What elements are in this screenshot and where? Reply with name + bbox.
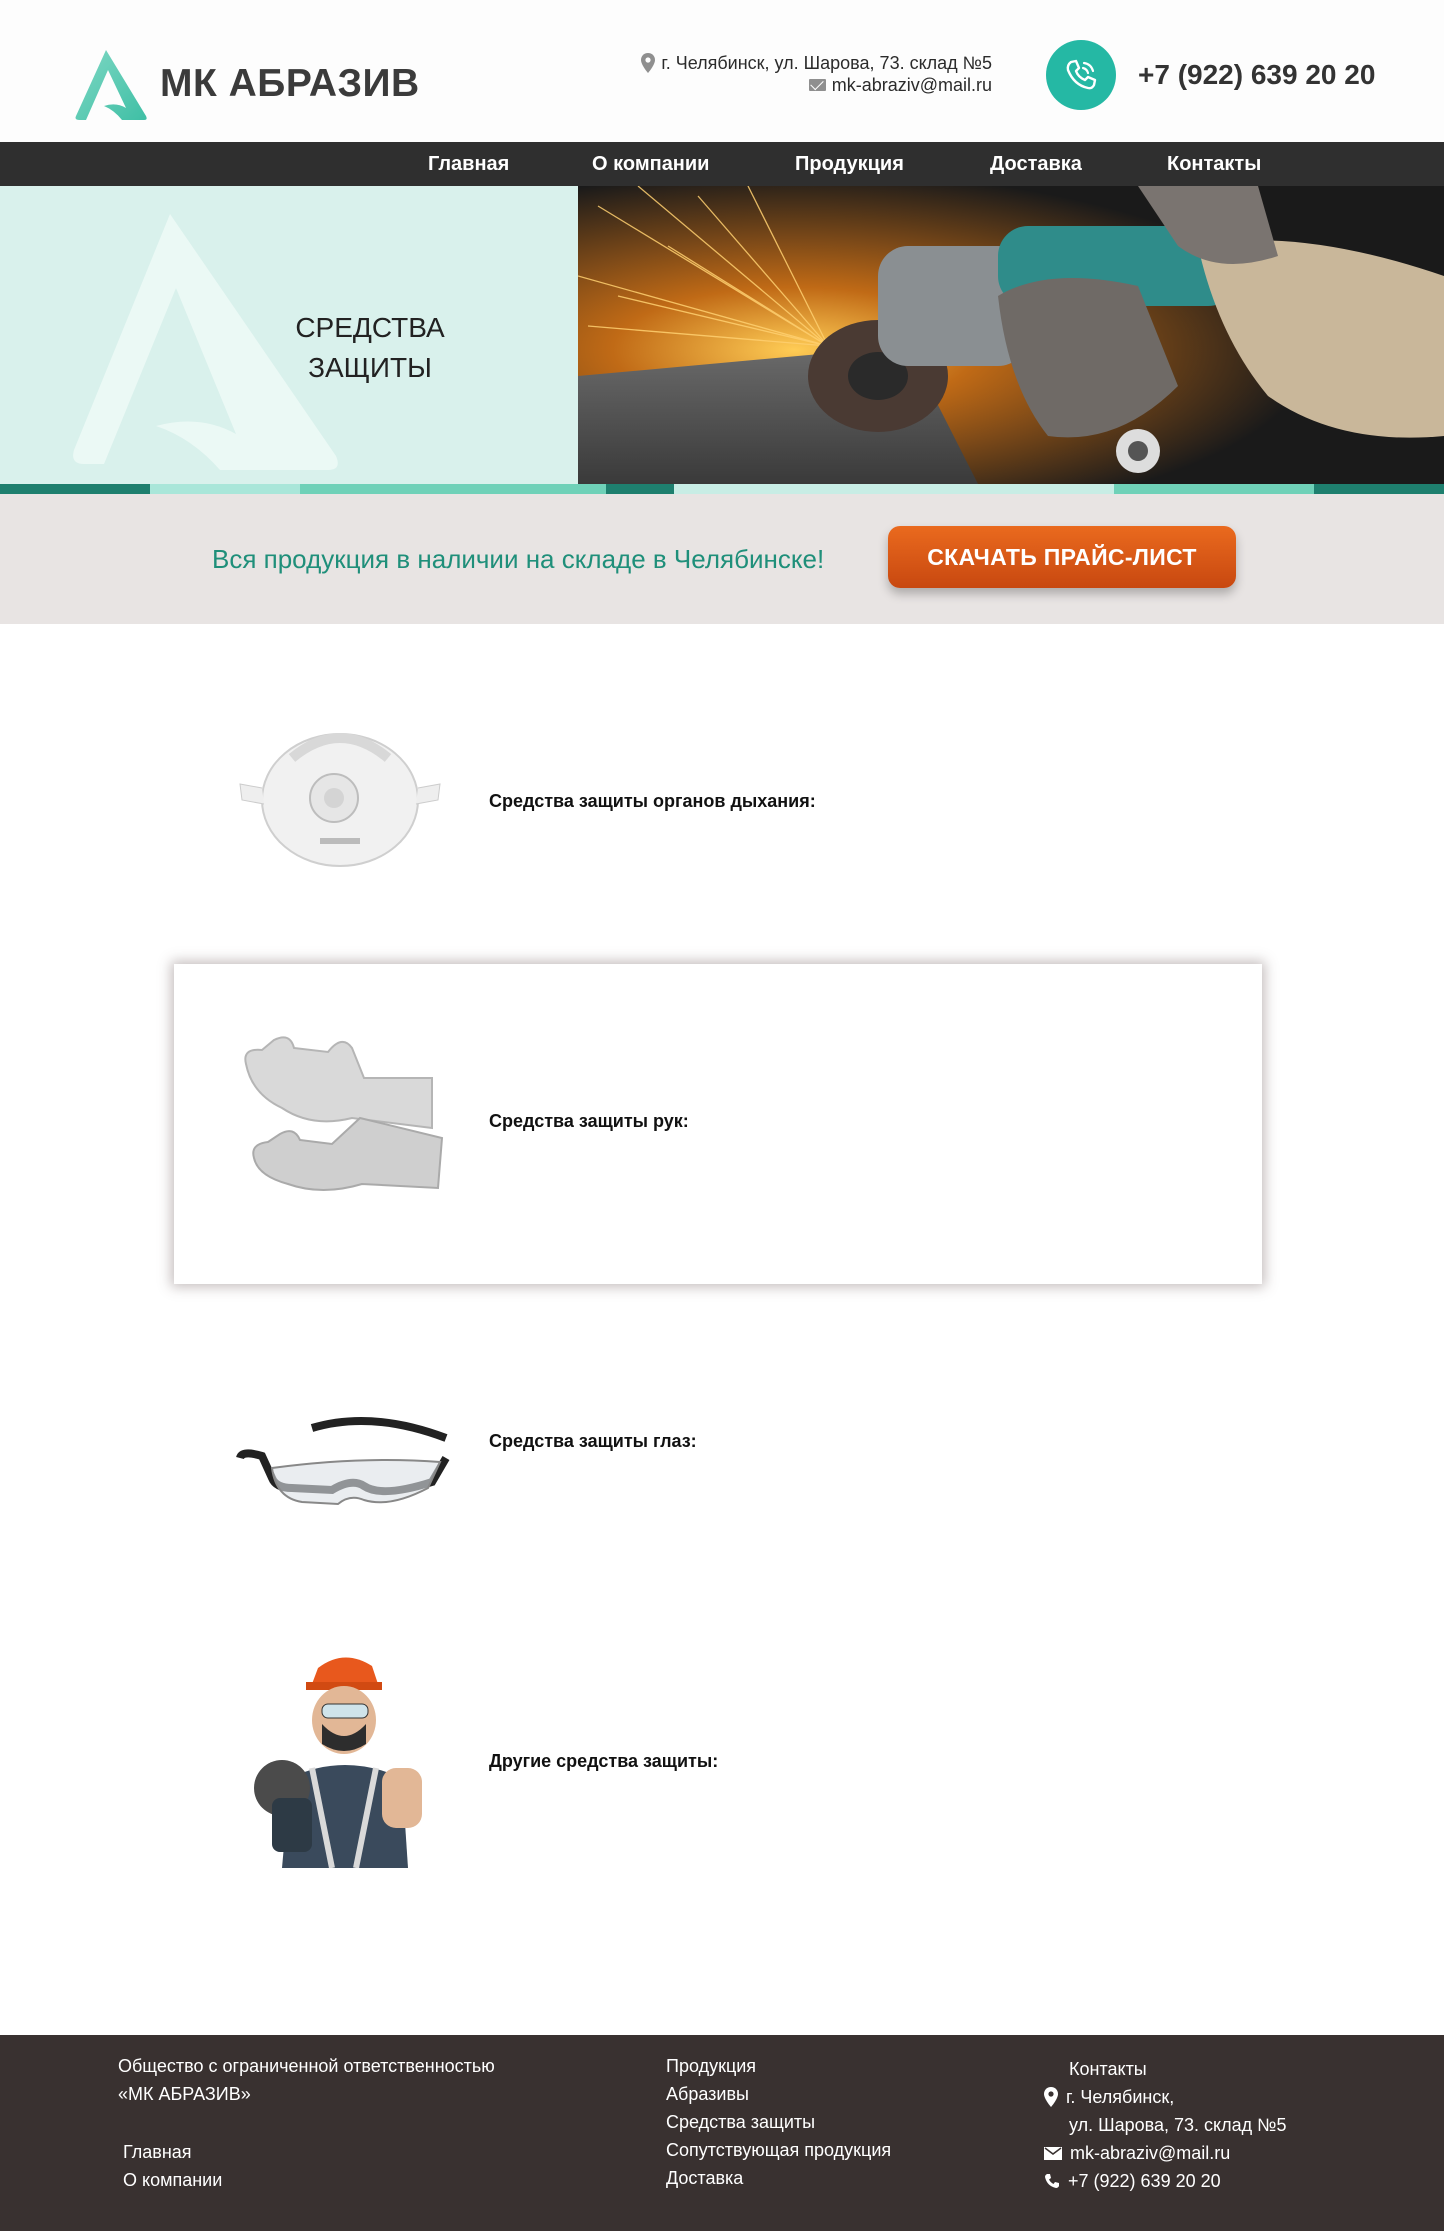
category-label[interactable]: Средства защиты глаз: [489,1431,697,1452]
phone-icon [1046,40,1116,110]
nav-item-about[interactable]: О компании [592,142,709,186]
logo-mark-icon [75,50,147,120]
nav-item-contacts[interactable]: Контакты [1167,142,1261,186]
footer-link-delivery[interactable]: Доставка [666,2164,891,2192]
category-eyes[interactable]: Средства защиты глаз: [174,1284,1262,1604]
work-gloves-image [244,1036,444,1191]
download-price-list-button[interactable]: СКАЧАТЬ ПРАЙС-ЛИСТ [888,526,1236,588]
logo-text: МК АБРАЗИВ [160,62,420,105]
site-header: МК АБРАЗИВ г. Челябинск, ул. Шарова, 73.… [0,0,1444,142]
footer-city: г. Челябинск, [1066,2087,1175,2107]
mail-icon [808,79,826,91]
footer-email[interactable]: mk-abraziv@mail.ru [1070,2139,1230,2167]
nav-item-home[interactable]: Главная [428,142,509,186]
footer-link-home[interactable]: Главная [118,2138,495,2166]
category-label[interactable]: Средства защиты рук: [489,1111,689,1132]
worker-with-grinder-image [254,1657,422,1868]
phone-number: +7 (922) 639 20 20 [1138,59,1376,90]
promo-bar: Вся продукция в наличии на складе в Челя… [0,494,1444,624]
footer-company: Общество с ограниченной ответственностью… [118,2052,495,2194]
footer-products: Продукция Абразивы Средства защиты Сопут… [666,2052,891,2192]
promo-text: Вся продукция в наличии на складе в Челя… [212,544,825,574]
footer-link-abrasives[interactable]: Абразивы [666,2080,891,2108]
page-title: СРЕДСТВА ЗАЩИТЫ [295,312,445,383]
mail-icon [1044,2146,1062,2160]
site-logo[interactable]: МК АБРАЗИВ [70,46,420,122]
respirator-mask-image [239,733,441,867]
phone-icon [1045,2174,1059,2188]
header-phone[interactable]: +7 (922) 639 20 20 [1046,40,1375,110]
header-contacts: г. Челябинск, ул. Шарова, 73. склад №5 m… [641,52,992,96]
page-banner: СРЕДСТВА ЗАЩИТЫ [0,186,1444,484]
nav-item-delivery[interactable]: Доставка [990,142,1082,186]
category-other[interactable]: Другие средства защиты: [174,1604,1262,1924]
category-respiratory[interactable]: Средства защиты органов дыхания: [174,644,1262,964]
site-footer: Общество с ограниченной ответственностью… [0,2035,1444,2231]
nav-item-products[interactable]: Продукция [795,142,904,186]
footer-company-line1: Общество с ограниченной ответственностью [118,2056,495,2076]
decorative-stripe [0,484,1444,494]
banner-title-panel: СРЕДСТВА ЗАЩИТЫ [0,186,578,484]
banner-photo-grinder [578,186,1444,484]
footer-street: ул. Шарова, 73. склад №5 [1069,2115,1287,2135]
footer-link-about[interactable]: О компании [118,2166,495,2194]
footer-products-heading[interactable]: Продукция [666,2052,891,2080]
main-nav: Главная О компании Продукция Доставка Ко… [0,142,1444,186]
safety-glasses-image [236,1416,450,1506]
footer-contacts: Контакты г. Челябинск, ул. Шарова, 73. с… [1044,2055,1286,2195]
category-label[interactable]: Другие средства защиты: [489,1751,718,1772]
footer-contacts-heading: Контакты [1069,2059,1147,2079]
footer-link-protection[interactable]: Средства защиты [666,2108,891,2136]
category-hands[interactable]: Средства защиты рук: [174,964,1262,1284]
header-address: г. Челябинск, ул. Шарова, 73. склад №5 [661,53,992,73]
header-email[interactable]: mk-abraziv@mail.ru [832,74,992,96]
location-pin-icon [641,53,656,73]
footer-company-line2: «МК АБРАЗИВ» [118,2084,251,2104]
category-label[interactable]: Средства защиты органов дыхания: [489,791,816,812]
footer-link-related[interactable]: Сопутствующая продукция [666,2136,891,2164]
footer-phone[interactable]: +7 (922) 639 20 20 [1068,2167,1221,2195]
location-pin-icon [1044,2087,1058,2107]
